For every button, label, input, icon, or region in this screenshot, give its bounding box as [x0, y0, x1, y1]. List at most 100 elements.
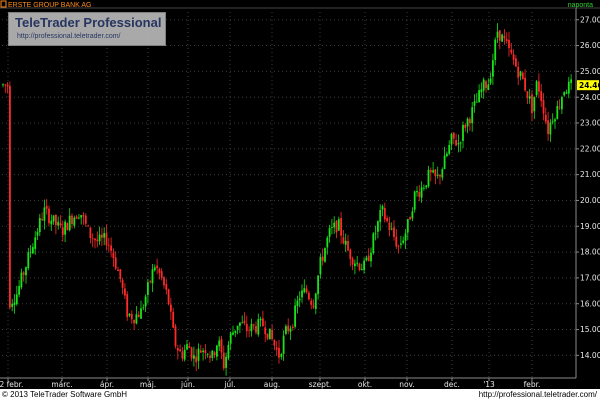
candle-body [229, 333, 232, 344]
candle-body [160, 271, 163, 278]
candle-body [181, 351, 184, 359]
candle-body [4, 84, 7, 86]
x-tick-label: júl. [223, 380, 235, 389]
candle-body [462, 124, 464, 141]
candle-body [308, 292, 310, 300]
x-tick-label: '13 [483, 380, 495, 389]
chart-title: ERSTE GROUP BANK AG [8, 2, 92, 9]
candle-body [326, 237, 329, 248]
candle-body [172, 311, 175, 328]
candle-body [268, 328, 271, 340]
candle-body [140, 308, 142, 319]
candle-body [482, 79, 485, 91]
candle-body [379, 210, 382, 223]
candle-body [393, 227, 395, 237]
x-tick-label: okt. [358, 380, 372, 389]
candle-body [80, 215, 83, 218]
candle-body [517, 66, 520, 78]
candle-body [29, 251, 32, 253]
candle-body [117, 269, 119, 272]
candle-body [498, 30, 501, 41]
candle-body [508, 40, 510, 49]
candle-body [222, 352, 225, 369]
candle-body [151, 269, 154, 284]
x-tick-label: nov. [399, 380, 415, 389]
candle-body [13, 302, 16, 306]
candle-body [406, 219, 409, 233]
candle-body [524, 77, 526, 91]
candle-body [473, 101, 476, 106]
candle-body [310, 300, 313, 305]
candle-body [485, 81, 487, 89]
candle-body [314, 293, 317, 309]
candle-body [199, 350, 202, 353]
candle-body [278, 347, 280, 358]
candle-body [211, 350, 214, 358]
candle-body [457, 143, 460, 145]
candle-body [427, 169, 430, 187]
candle-body [75, 216, 78, 219]
candle-body [98, 234, 101, 242]
candle-body [188, 346, 191, 348]
candle-body [436, 174, 439, 176]
candle-body [363, 260, 365, 271]
candle-body [41, 218, 43, 220]
candle-body [487, 84, 490, 91]
candle-body [43, 207, 46, 221]
candle-body [190, 347, 193, 359]
candle-body [549, 122, 552, 135]
x-tick-label: jún. [180, 380, 195, 389]
candle-body [170, 304, 172, 312]
candle-body [174, 326, 177, 347]
candle-body [542, 100, 545, 114]
candle-body [404, 233, 407, 241]
candle-body [528, 96, 531, 99]
footer-bar: © 2013 TeleTrader Software GmbH http://p… [0, 389, 600, 400]
candle-body [250, 323, 253, 332]
x-tick-label: dec. [444, 380, 460, 389]
candle-body [195, 356, 198, 363]
candle-body [38, 218, 41, 233]
candle-body [137, 314, 140, 318]
candle-body [521, 72, 524, 80]
candle-body [64, 221, 66, 235]
candle-body [183, 349, 186, 360]
candle-body [87, 225, 89, 227]
candle-body [305, 288, 308, 293]
candle-body [273, 340, 276, 346]
candle-body [209, 355, 211, 358]
footer-link[interactable]: http://professional.teletrader.com/ [479, 389, 597, 400]
candle-body [103, 233, 106, 238]
last-price-label: 24.465 [579, 81, 600, 90]
candle-body [556, 105, 559, 119]
logo-url: http://professional.teletrader.com/ [17, 33, 121, 40]
candle-body [197, 348, 200, 361]
candle-body [416, 191, 418, 193]
candle-body [360, 268, 363, 271]
candle-body [45, 205, 48, 209]
candle-body [533, 96, 536, 112]
candle-body [32, 247, 34, 254]
candle-body [429, 169, 432, 173]
candle-body [540, 91, 543, 101]
candle-body [243, 320, 246, 324]
candle-body [337, 219, 340, 231]
candle-body [342, 237, 345, 244]
candle-body [538, 81, 540, 92]
candle-body [84, 215, 87, 224]
candle-body [492, 60, 494, 77]
candle-body [82, 215, 85, 217]
candle-body [255, 326, 257, 333]
candle-body [296, 300, 299, 306]
candle-body [71, 215, 73, 225]
y-tick-label: 14.000 [580, 351, 600, 360]
candle-body [241, 322, 244, 324]
candle-body [163, 277, 165, 286]
candle-body [50, 220, 53, 225]
candle-body [144, 296, 147, 307]
y-tick-label: 26.000 [580, 41, 600, 50]
candle-body [340, 218, 342, 236]
candle-body [413, 191, 416, 210]
candle-body [105, 233, 108, 246]
candle-body [236, 325, 239, 330]
